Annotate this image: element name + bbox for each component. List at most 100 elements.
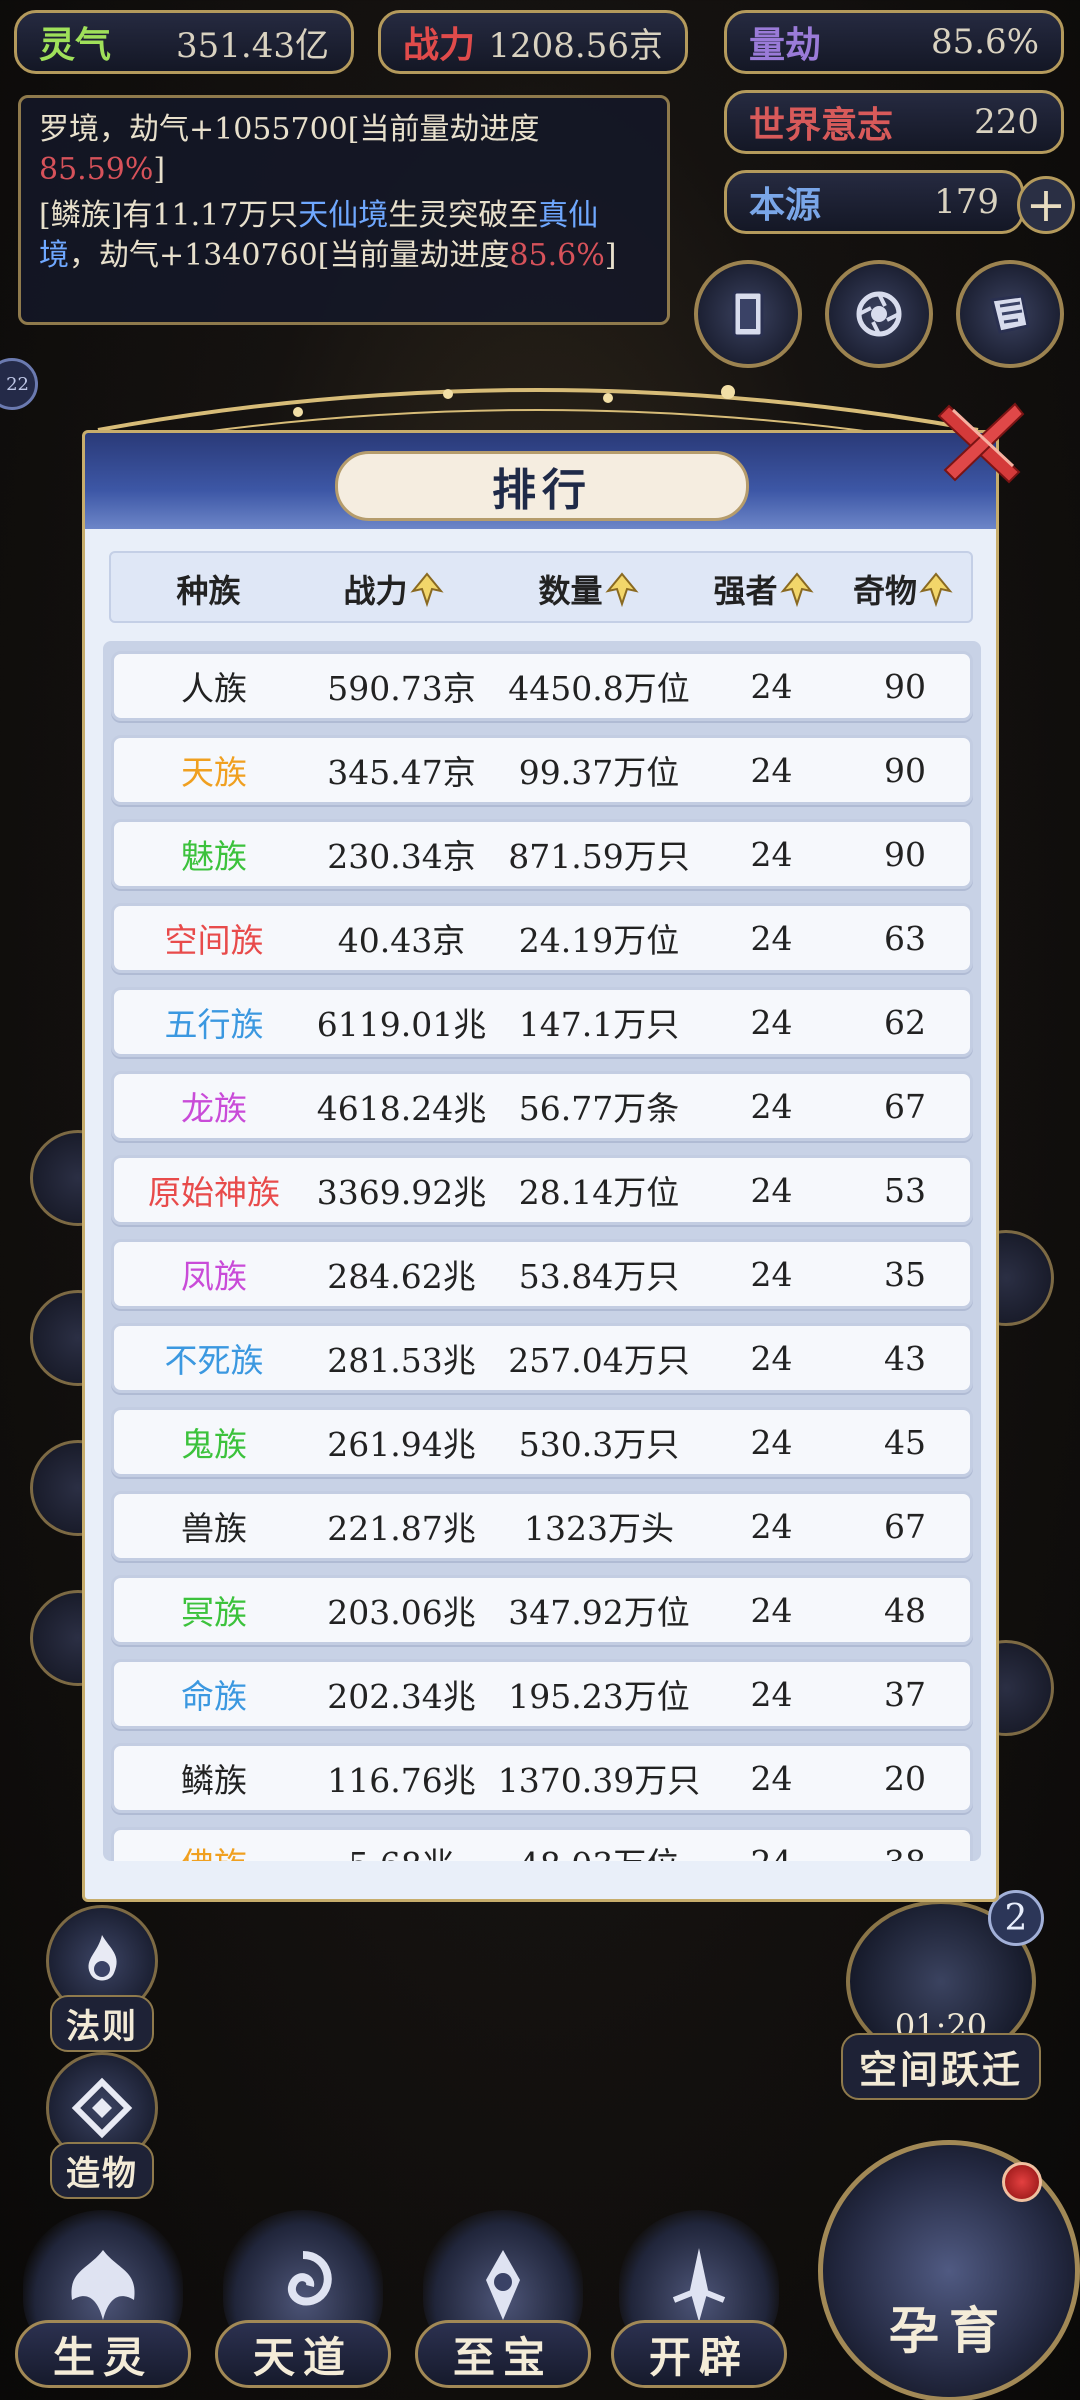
- flame-icon: [88, 1935, 117, 1981]
- table-row[interactable]: 命族 202.34兆 195.23万位 24 37: [111, 1659, 973, 1729]
- rare-cell: 63: [884, 918, 926, 958]
- rare-cell: 48: [884, 1590, 926, 1630]
- header-race: 种族: [111, 553, 306, 625]
- count-cell: 53.84万只: [518, 1257, 680, 1296]
- sort-by-count[interactable]: 数量: [481, 553, 696, 625]
- table-row[interactable]: 佛族5.68兆48.03万位2438: [111, 1827, 973, 1861]
- side-level-badge[interactable]: 22: [0, 358, 38, 410]
- table-row[interactable]: 原始神族 3369.92兆 28.14万位 24 53: [111, 1155, 973, 1225]
- log-line-2: [鳞族]有11.17万只天仙境生灵突破至真仙境，劫气+1340760[当前量劫进…: [39, 196, 649, 276]
- power-cell: 281.53兆: [327, 1341, 476, 1380]
- strong-cell: 24: [750, 918, 793, 958]
- tab-tian-dao[interactable]: 天道: [208, 2210, 398, 2400]
- power-cell: 345.47京: [327, 753, 476, 792]
- log-line-2-progress: 85.6%: [509, 238, 605, 273]
- rare-cell: 90: [884, 666, 926, 706]
- scroll-button[interactable]: [956, 260, 1064, 368]
- race-cell: 佛族: [114, 1830, 314, 1861]
- log-line-2-end: ]: [604, 238, 617, 273]
- table-row[interactable]: 五行族 6119.01兆 147.1万只 24 62: [111, 987, 973, 1057]
- card-button[interactable]: [694, 260, 802, 368]
- log-line-1-text: 罗境，劫气+1055700[当前量劫进度: [39, 112, 540, 147]
- ranking-list: 人族 590.73京 4450.8万位 24 90 天族 345.47京 99.37万位 24 9…: [111, 651, 973, 1861]
- table-row[interactable]: 鬼族 261.94兆 530.3万只 24 45: [111, 1407, 973, 1477]
- tab-kai-pi[interactable]: 开辟: [604, 2210, 794, 2400]
- rare-cell: 67: [884, 1506, 926, 1546]
- count-cell: 28.14万位: [518, 1173, 680, 1212]
- sort-by-strong[interactable]: 强者: [696, 553, 831, 625]
- table-row[interactable]: 空间族 40.43京 24.19万位 24 63: [111, 903, 973, 973]
- sort-by-rare[interactable]: 奇物: [831, 553, 975, 625]
- sort-arrow-icon: [919, 572, 953, 607]
- modal-title: 排行: [335, 451, 749, 521]
- rare-cell: 67: [884, 1086, 926, 1126]
- race-cell: 空间族: [164, 921, 264, 960]
- log-line-2-text: ，劫气+1340760[当前量劫进度: [69, 238, 510, 273]
- close-icon[interactable]: [935, 396, 1027, 488]
- header-strong-label: 强者: [713, 572, 778, 610]
- tab-sheng-ling[interactable]: 生灵: [8, 2210, 198, 2400]
- count-cell: 24.19万位: [518, 921, 680, 960]
- table-row[interactable]: 人族 590.73京 4450.8万位 24 90: [111, 651, 973, 721]
- count-cell: 530.3万只: [518, 1425, 680, 1464]
- race-cell: 魅族: [181, 837, 247, 876]
- diamond-icon: [71, 2077, 133, 2139]
- yun-yu-label: 孕育: [889, 2301, 1009, 2360]
- race-cell: 原始神族: [148, 1173, 280, 1212]
- vortex-button[interactable]: [825, 260, 933, 368]
- count-cell: 1370.39万只: [497, 1761, 701, 1800]
- sort-arrow-icon: [409, 572, 444, 607]
- rare-cell: 90: [884, 834, 926, 874]
- table-row[interactable]: 鳞族 116.76兆 1370.39万只 24 20: [111, 1743, 973, 1813]
- scroll-icon: [990, 294, 1030, 334]
- ranking-list-scroll[interactable]: 人族 590.73京 4450.8万位 24 90 天族 345.47京 99.37万位 24 9…: [103, 641, 981, 1861]
- liangjie-label: 量劫: [749, 24, 822, 66]
- rare-cell: 53: [884, 1170, 926, 1210]
- count-cell: 147.1万只: [518, 1005, 680, 1044]
- strong-cell: 24: [750, 1506, 793, 1546]
- fa-ze-button[interactable]: 法则: [42, 1905, 162, 2055]
- strong-cell: 24: [750, 1002, 793, 1042]
- rare-cell: 20: [884, 1758, 926, 1798]
- shijie-yizhi-stat[interactable]: 世界意志 220: [724, 90, 1064, 154]
- log-line-2-race: [鳞族]有11.17万只: [39, 198, 299, 233]
- table-row[interactable]: 不死族 281.53兆 257.04万只 24 43: [111, 1323, 973, 1393]
- table-row[interactable]: 凤族 284.62兆 53.84万只 24 35: [111, 1239, 973, 1309]
- table-row[interactable]: 冥族 203.06兆 347.92万位 24 48: [111, 1575, 973, 1645]
- log-line-1: 罗境，劫气+1055700[当前量劫进度 85.59%]: [39, 110, 649, 190]
- benyuan-stat[interactable]: 本源 179: [724, 170, 1024, 234]
- strong-cell: 24: [750, 1086, 793, 1126]
- strong-cell: 24: [750, 1758, 793, 1798]
- space-jump-label: 空间跃迁: [840, 2033, 1041, 2100]
- header-count-label: 数量: [538, 572, 603, 610]
- table-row[interactable]: 天族 345.47京 99.37万位 24 90: [111, 735, 973, 805]
- count-cell: 48.03万位: [489, 1830, 709, 1861]
- card-icon: [732, 290, 764, 338]
- shijie-yizhi-value: 220: [974, 102, 1039, 142]
- power-cell: 284.62兆: [327, 1257, 476, 1296]
- blade-icon: [672, 2248, 726, 2322]
- add-benyuan-button[interactable]: +: [1017, 176, 1075, 234]
- fa-ze-label: 法则: [50, 1995, 154, 2052]
- log-line-2-mid: 生灵突破至: [388, 198, 539, 233]
- liangjie-stat[interactable]: 量劫 85.6%: [724, 10, 1064, 74]
- rare-cell: 38: [834, 1830, 976, 1862]
- rare-cell: 45: [884, 1422, 926, 1462]
- sort-by-power[interactable]: 战力: [306, 553, 481, 625]
- strong-cell: 24: [750, 1422, 793, 1462]
- header-race-label: 种族: [176, 572, 241, 610]
- strong-cell: 24: [750, 1254, 793, 1294]
- event-log: 罗境，劫气+1055700[当前量劫进度 85.59%] [鳞族]有11.17万只…: [18, 95, 670, 325]
- table-row[interactable]: 兽族 221.87兆 1323万头 24 67: [111, 1491, 973, 1561]
- race-cell: 鬼族: [181, 1425, 247, 1464]
- power-cell: 203.06兆: [327, 1593, 476, 1632]
- race-cell: 五行族: [164, 1005, 264, 1044]
- table-row[interactable]: 魅族 230.34京 871.59万只 24 90: [111, 819, 973, 889]
- zhanli-stat: 战力 1208.56京: [378, 10, 688, 74]
- table-row[interactable]: 龙族 4618.24兆 56.77万条 24 67: [111, 1071, 973, 1141]
- rare-cell: 37: [884, 1674, 926, 1714]
- zao-wu-button[interactable]: 造物: [42, 2052, 162, 2202]
- tab-zhi-bao[interactable]: 至宝: [408, 2210, 598, 2400]
- power-cell: 6119.01兆: [316, 1005, 487, 1044]
- power-cell: 4618.24兆: [316, 1089, 487, 1128]
